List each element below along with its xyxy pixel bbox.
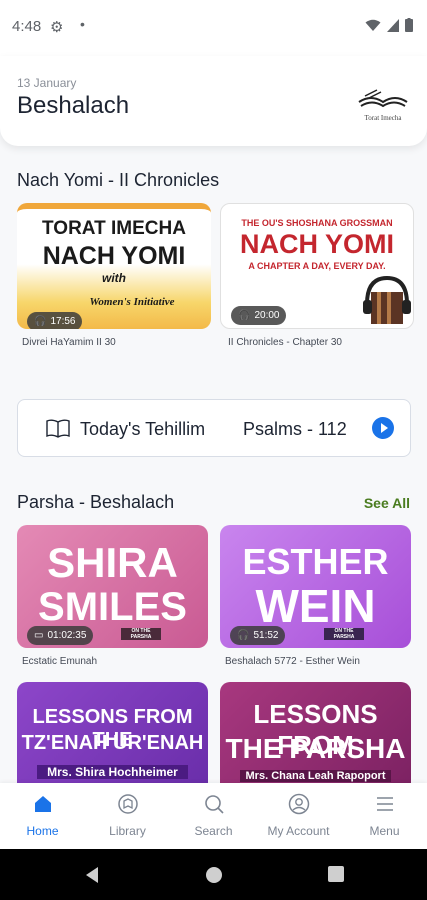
thumb-line1: THE OU'S SHOSHANA GROSSMAN xyxy=(241,218,393,228)
nav-search[interactable]: Search xyxy=(171,783,256,849)
thumb-line4: Women's Initiative xyxy=(89,296,175,308)
open-book-icon xyxy=(46,419,70,438)
battery-icon xyxy=(405,18,413,32)
card-caption: Beshalach 5772 - Esther Wein xyxy=(225,656,360,667)
hamburger-menu-icon xyxy=(377,797,393,811)
status-icons xyxy=(365,18,413,32)
app-header: 13 January Beshalach Torat Imecha xyxy=(0,56,427,146)
duration-text: 17:56 xyxy=(50,316,76,327)
bottom-navigation: Home Library Search My Account Menu xyxy=(0,783,427,849)
tehillim-label: Today's Tehillim xyxy=(80,419,206,439)
home-circle-icon[interactable] xyxy=(205,866,223,884)
header-date: 13 January xyxy=(17,76,77,90)
thumb-line1: SHIRA xyxy=(47,539,178,586)
thumb-line2: NACH YOMI xyxy=(239,229,394,259)
duration-badge: 🎧 17:56 xyxy=(27,312,83,329)
thumb-line2: WEIN xyxy=(255,580,376,632)
video-icon: ▭ xyxy=(34,630,44,641)
status-time: 4:48 xyxy=(12,18,42,35)
recents-icon[interactable] xyxy=(328,866,344,882)
nav-library[interactable]: Library xyxy=(85,783,170,849)
thumb-tag: ON THE PARSHA xyxy=(324,628,364,640)
duration-text: 51:52 xyxy=(253,630,279,641)
wifi-icon xyxy=(365,19,381,31)
nav-account[interactable]: My Account xyxy=(256,783,341,849)
headphones-icon: 🎧 xyxy=(237,630,250,641)
duration-text: 01:02:35 xyxy=(47,630,87,641)
duration-badge: 🎧 51:52 xyxy=(230,626,286,645)
headphones-icon: 🎧 xyxy=(34,316,47,327)
duration-text: 20:00 xyxy=(254,310,280,321)
nach-card-2[interactable]: THE OU'S SHOSHANA GROSSMAN NACH YOMI A C… xyxy=(220,203,414,329)
duration-badge: 🎧 20:00 xyxy=(231,306,287,325)
status-bar: 4:48 ⚙ • xyxy=(0,0,427,56)
parsha-card-1[interactable]: SHIRA SMILES ON THE PARSHA ▭ 01:02:35 xyxy=(17,525,208,648)
nav-label: Library xyxy=(109,824,146,838)
play-button[interactable] xyxy=(372,417,394,439)
headphones-icon: 🎧 xyxy=(238,310,251,321)
card-caption: Ecstatic Emunah xyxy=(22,656,98,667)
todays-tehillim-bar[interactable]: Today's Tehillim Psalms - 112 xyxy=(17,399,411,457)
nav-label: Search xyxy=(194,824,233,838)
nav-home[interactable]: Home xyxy=(0,783,85,849)
see-all-link[interactable]: See All xyxy=(364,495,410,511)
play-icon xyxy=(381,423,388,433)
notification-dot-icon: • xyxy=(80,16,85,32)
thumb-tag: ON THE PARSHA xyxy=(121,628,161,640)
account-icon xyxy=(288,793,310,815)
torat-imecha-logo[interactable]: Torat Imecha xyxy=(355,86,411,122)
thumb-line2: SMILES xyxy=(38,585,187,629)
headphones-books-icon xyxy=(363,275,411,324)
book-logo-icon xyxy=(358,89,408,108)
nav-menu[interactable]: Menu xyxy=(342,783,427,849)
thumb-line3: Mrs. Shira Hochheimer xyxy=(37,765,188,779)
thumb-line2: NACH YOMI xyxy=(42,242,186,270)
nach-card-1[interactable]: TORAT IMECHA NACH YOMI with Women's Init… xyxy=(17,203,211,329)
system-navigation-bar xyxy=(0,849,427,900)
thumb-line1: TORAT IMECHA xyxy=(42,218,186,239)
card-caption: Divrei HaYamim II 30 xyxy=(22,337,116,348)
search-icon xyxy=(205,795,224,814)
nav-label: My Account xyxy=(267,824,330,838)
card-caption: II Chronicles - Chapter 30 xyxy=(228,337,342,348)
section-title-nach: Nach Yomi - II Chronicles xyxy=(17,170,220,190)
signal-icon xyxy=(387,18,399,32)
home-icon xyxy=(35,796,51,812)
page-title: Beshalach xyxy=(17,92,130,119)
thumb-line1: ESTHER xyxy=(242,541,389,582)
thumb-line3: A CHAPTER A DAY, EVERY DAY. xyxy=(248,261,386,271)
back-icon[interactable] xyxy=(84,866,100,884)
parsha-card-4[interactable]: LESSONS FROM THE PARSHA Mrs. Chana Leah … xyxy=(220,682,411,783)
parsha-card-3[interactable]: LESSONS FROM THE TZ'ENAH UR'ENAH Mrs. Sh… xyxy=(17,682,208,783)
settings-icon: ⚙ xyxy=(50,19,64,36)
section-title-parsha: Parsha - Beshalach xyxy=(17,492,175,512)
library-icon xyxy=(118,794,138,814)
parsha-card-2[interactable]: ESTHER WEIN ON THE PARSHA 🎧 51:52 xyxy=(220,525,411,648)
nav-label: Home xyxy=(26,824,59,838)
thumb-line2: THE PARSHA xyxy=(225,733,406,764)
thumb-line3: with xyxy=(102,271,126,285)
logo-text: Torat Imecha xyxy=(364,114,402,122)
tehillim-value: Psalms - 112 xyxy=(243,419,347,439)
thumb-line3: Mrs. Chana Leah Rapoport xyxy=(240,770,391,782)
nav-label: Menu xyxy=(369,824,400,838)
thumb-line2: TZ'ENAH UR'ENAH xyxy=(21,732,204,754)
duration-badge: ▭ 01:02:35 xyxy=(27,626,94,645)
